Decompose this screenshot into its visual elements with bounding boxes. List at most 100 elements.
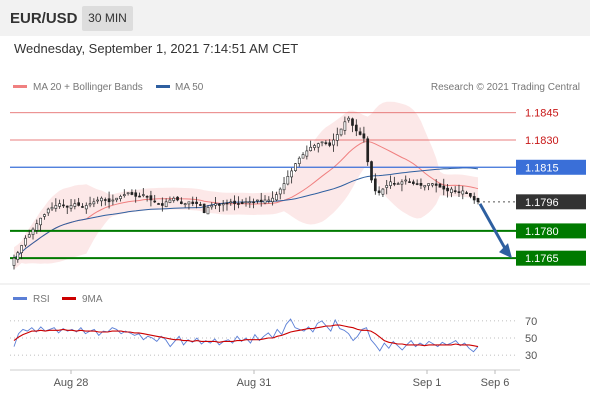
candle-body <box>408 181 411 183</box>
chart-svg: MA 20 + Bollinger Bands MA 50 Research ©… <box>0 82 590 389</box>
candle-body <box>31 228 35 235</box>
candle-body <box>62 204 65 207</box>
level-label-1.1830: 1.1830 <box>525 135 559 147</box>
candle-body <box>438 183 442 188</box>
candle-body <box>115 197 119 201</box>
candle-body <box>221 203 225 206</box>
candle-body <box>149 195 153 201</box>
forecast-arrow-head <box>499 243 512 259</box>
candle-body <box>81 206 84 208</box>
candle-body <box>472 196 476 201</box>
candle-body <box>476 198 480 203</box>
candle-body <box>427 183 430 186</box>
candle-body <box>469 193 472 197</box>
candle-body <box>111 199 115 202</box>
rsi-ma-legend-swatch <box>62 297 76 300</box>
candle-body <box>138 195 141 198</box>
candle-body <box>446 187 449 192</box>
candle-body <box>240 202 244 204</box>
candle-body <box>39 217 42 226</box>
candle-body <box>373 178 377 192</box>
candle-body <box>35 223 39 231</box>
candle-body <box>294 163 297 171</box>
candle-body <box>301 154 305 159</box>
candle-body <box>263 199 267 204</box>
candle-body <box>415 183 419 185</box>
candle-body <box>423 185 427 188</box>
candle-body <box>328 142 332 146</box>
candle-body <box>278 188 282 195</box>
candle-body <box>20 245 23 254</box>
candle-body <box>392 183 396 185</box>
candle-body <box>252 201 255 204</box>
candle-body <box>377 190 381 194</box>
candle-body <box>119 196 122 200</box>
candle-body <box>290 170 293 178</box>
rsi-tick-70: 70 <box>525 316 537 328</box>
candle-body <box>164 201 168 208</box>
time-tick-label: Sep 6 <box>481 377 510 389</box>
candle-body <box>282 183 286 191</box>
candle-body <box>100 197 103 202</box>
price-chart: 1.1845 1.1830 1.1815 1.1796 1.1780 1.1765 <box>10 101 586 270</box>
candle-body <box>259 199 263 203</box>
candle-body <box>103 199 107 201</box>
candle-body <box>157 203 160 205</box>
candle-body <box>332 139 335 146</box>
candle-body <box>442 185 446 190</box>
rsi-tick-50: 50 <box>525 333 537 345</box>
candle-body <box>404 179 408 182</box>
candle-body <box>450 188 453 193</box>
candle-body <box>88 203 92 206</box>
candle-body <box>58 203 61 207</box>
candle-body <box>27 234 31 238</box>
candle-body <box>195 201 198 204</box>
candle-body <box>457 191 461 194</box>
candle-body <box>54 205 58 209</box>
candle-body <box>316 143 320 148</box>
candle-body <box>419 183 423 186</box>
candle-body <box>130 192 134 195</box>
candle-body <box>199 204 202 206</box>
candle-body <box>453 190 457 192</box>
candle-body <box>24 237 27 246</box>
candle-body <box>126 192 130 195</box>
rsi-tick-30: 30 <box>525 350 537 362</box>
candle-body <box>237 203 240 205</box>
candle-body <box>465 192 468 194</box>
candle-body <box>73 203 77 207</box>
candle-body <box>400 181 404 185</box>
candle-body <box>187 201 191 205</box>
level-label-1.1780: 1.1780 <box>525 226 559 238</box>
bollinger-legend-label: MA 20 + Bollinger Bands <box>33 82 143 93</box>
candle-body <box>286 176 290 185</box>
candle-body <box>77 202 81 206</box>
candle-body <box>183 203 187 205</box>
candle-body <box>191 201 195 204</box>
candle-body <box>214 203 217 206</box>
forecast-arrow-shaft <box>478 203 508 251</box>
bollinger-legend-swatch <box>13 85 27 88</box>
ma50-legend-swatch <box>156 85 170 88</box>
candle-body <box>343 121 347 131</box>
candle-body <box>370 161 373 181</box>
candle-body <box>297 157 301 164</box>
candle-body <box>176 196 179 201</box>
candle-body <box>160 203 164 206</box>
candle-body <box>218 203 221 206</box>
candle-body <box>431 183 434 186</box>
level-label-1.1796: 1.1796 <box>525 197 559 209</box>
rsi-ma-legend-label: 9MA <box>82 294 103 305</box>
candle-body <box>46 208 50 214</box>
candle-body <box>141 194 145 196</box>
candle-body <box>233 200 236 204</box>
candle-body <box>134 192 138 197</box>
candle-body <box>347 117 351 121</box>
rsi-legend-label: RSI <box>33 294 50 305</box>
candle-body <box>69 205 73 209</box>
candle-body <box>225 202 229 205</box>
candle-body <box>389 181 392 186</box>
candle-body <box>305 150 309 157</box>
candle-body <box>313 145 316 148</box>
candle-body <box>411 181 415 184</box>
